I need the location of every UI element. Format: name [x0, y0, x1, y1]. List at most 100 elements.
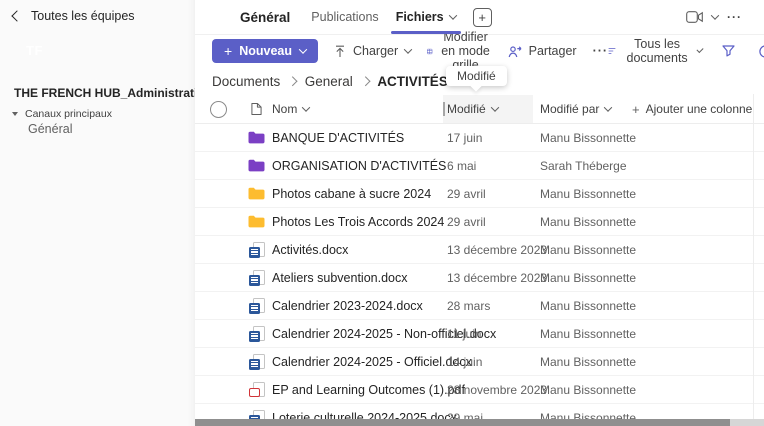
file-type-icon-cell [241, 187, 272, 200]
share-button[interactable]: Partager [508, 44, 577, 58]
add-tab-button[interactable]: + [473, 8, 492, 27]
back-label: Toutes les équipes [31, 9, 135, 23]
table-header: Nom Modifié Modifié par + Ajouter une co… [195, 95, 764, 124]
toolbar-more-button[interactable]: ··· [593, 44, 609, 58]
column-header-modified[interactable]: Modifié [447, 102, 540, 116]
file-modified-date: 28 mars [447, 299, 540, 313]
horizontal-scrollbar[interactable] [195, 419, 764, 426]
file-type-icon-cell [241, 326, 272, 342]
view-selector[interactable]: Tous les documents [608, 37, 702, 65]
file-name-link[interactable]: Calendrier 2024-2025 - Non-officiel.docx [272, 327, 447, 341]
file-modified-by: Manu Bissonnette [540, 383, 764, 397]
grid-icon [427, 45, 432, 58]
info-button[interactable] [759, 45, 764, 58]
breadcrumb-general[interactable]: General [305, 74, 353, 89]
file-list: BANQUE D'ACTIVITÉS17 juin Manu Bissonnett… [195, 124, 764, 426]
table-row[interactable]: BANQUE D'ACTIVITÉS17 juinManu Bissonnett… [195, 124, 764, 152]
breadcrumb-documents[interactable]: Documents [212, 74, 280, 89]
upload-icon [334, 45, 346, 58]
file-type-icon-cell [241, 215, 272, 228]
breadcrumb-separator-icon [288, 76, 297, 85]
meet-chevron-icon[interactable] [711, 11, 719, 19]
collapse-triangle-icon [12, 112, 18, 116]
tab-fichiers[interactable]: Fichiers [391, 0, 461, 34]
table-row[interactable]: Calendrier 2023-2024.docx28 marsManu Bis… [195, 292, 764, 320]
file-name-link[interactable]: Activités.docx [272, 243, 447, 257]
breadcrumb-separator-icon [360, 76, 369, 85]
folder-icon [248, 215, 265, 228]
file-modified-date: 29 avril [447, 215, 540, 229]
file-type-column-header[interactable] [241, 102, 272, 116]
filter-funnel-icon [722, 45, 735, 57]
table-row[interactable]: Calendrier 2024-2025 - Officiel.docx14 j… [195, 348, 764, 376]
table-row[interactable]: ORGANISATION D'ACTIVITÉS6 maiSarah Thébe… [195, 152, 764, 180]
file-name-link[interactable]: BANQUE D'ACTIVITÉS [272, 131, 447, 145]
chevron-down-icon [448, 11, 456, 19]
file-modified-by: Manu Bissonnette [540, 187, 764, 201]
file-modified-date: 13 décembre 2023 [447, 271, 540, 285]
file-name-link[interactable]: Ateliers subvention.docx [272, 271, 447, 285]
page-icon [251, 102, 262, 116]
file-modified-date: 17 juin [447, 131, 540, 145]
modified-tooltip: Modifié [446, 66, 507, 86]
select-all-checkbox[interactable] [210, 101, 227, 118]
channel-content: TF Général Publications Fichiers + ··· + [195, 0, 764, 426]
file-name-link[interactable]: ORGANISATION D'ACTIVITÉS [272, 159, 447, 173]
folder-icon [248, 159, 265, 172]
new-button[interactable]: + Nouveau [212, 39, 318, 63]
table-row[interactable]: Photos cabane à sucre 202429 avrilManu B… [195, 180, 764, 208]
tabbar-more-button[interactable]: ··· [727, 10, 742, 24]
folder-icon [248, 131, 265, 144]
file-name-link[interactable]: EP and Learning Outcomes (1).pdf [272, 383, 447, 397]
file-modified-date: 29 avril [447, 187, 540, 201]
sidebar-channel-general[interactable]: Général [28, 122, 72, 136]
back-to-all-teams[interactable]: Toutes les équipes [13, 9, 135, 23]
file-name-link[interactable]: Photos Les Trois Accords 2024 [272, 215, 447, 229]
new-button-label: Nouveau [239, 44, 292, 58]
breadcrumb-activites[interactable]: ACTIVITÉS [377, 74, 448, 89]
file-name-link[interactable]: Calendrier 2024-2025 - Officiel.docx [272, 355, 447, 369]
sort-chevron-icon [490, 103, 498, 111]
file-modified-date: 28 novembre 2023 [447, 383, 540, 397]
file-modified-date: 6 mai [447, 159, 540, 173]
file-name-link[interactable]: Photos cabane à sucre 2024 [272, 187, 447, 201]
scrollbar-thumb[interactable] [195, 419, 730, 426]
upload-chevron-icon [404, 45, 412, 53]
plus-icon: + [224, 44, 232, 58]
back-chevron-icon [11, 10, 22, 21]
sort-chevron-icon [604, 103, 612, 111]
upload-button[interactable]: Charger [334, 44, 411, 58]
add-column-button[interactable]: + Ajouter une colonne [632, 102, 764, 117]
file-name-link[interactable]: Calendrier 2023-2024.docx [272, 299, 447, 313]
team-name: THE FRENCH HUB_Administration [14, 86, 212, 100]
meet-camera-icon[interactable] [686, 11, 703, 23]
file-modified-by: Manu Bissonnette [540, 243, 764, 257]
column-header-name[interactable]: Nom [272, 102, 447, 116]
file-modified-date: 11 juin [447, 327, 540, 341]
table-row[interactable]: EP and Learning Outcomes (1).pdf28 novem… [195, 376, 764, 404]
word-file-icon [249, 298, 265, 314]
table-row[interactable]: Ateliers subvention.docx13 décembre 2023… [195, 264, 764, 292]
word-file-icon [249, 270, 265, 286]
tabbar-right-controls: ··· [686, 10, 764, 24]
channels-section-toggle[interactable]: Canaux principaux [12, 108, 112, 120]
file-modified-date: 14 juin [447, 355, 540, 369]
command-bar: + Nouveau Charger Modifier en mode grill… [195, 35, 764, 67]
sidebar: Toutes les équipes TF THE FRENCH HUB_Adm… [0, 0, 196, 426]
channels-section-label: Canaux principaux [25, 108, 112, 120]
tab-publications[interactable]: Publications [306, 0, 383, 34]
info-icon [759, 45, 764, 58]
column-header-modified-by[interactable]: Modifié par [540, 102, 632, 116]
filter-button[interactable] [722, 45, 735, 57]
table-row[interactable]: Photos Les Trois Accords 202429 avrilMan… [195, 208, 764, 236]
table-row[interactable]: Calendrier 2024-2025 - Non-officiel.docx… [195, 320, 764, 348]
share-icon [508, 45, 522, 58]
pdf-file-icon [249, 382, 265, 398]
channel-title: Général [240, 10, 290, 25]
view-chevron-icon [697, 46, 704, 53]
team-avatar[interactable]: TF [14, 30, 55, 71]
tab-fichiers-label: Fichiers [396, 10, 444, 24]
view-lines-icon [608, 46, 616, 56]
table-row[interactable]: Activités.docx13 décembre 2023Manu Bisso… [195, 236, 764, 264]
team-header: THE FRENCH HUB_Administration ··· [14, 86, 185, 100]
